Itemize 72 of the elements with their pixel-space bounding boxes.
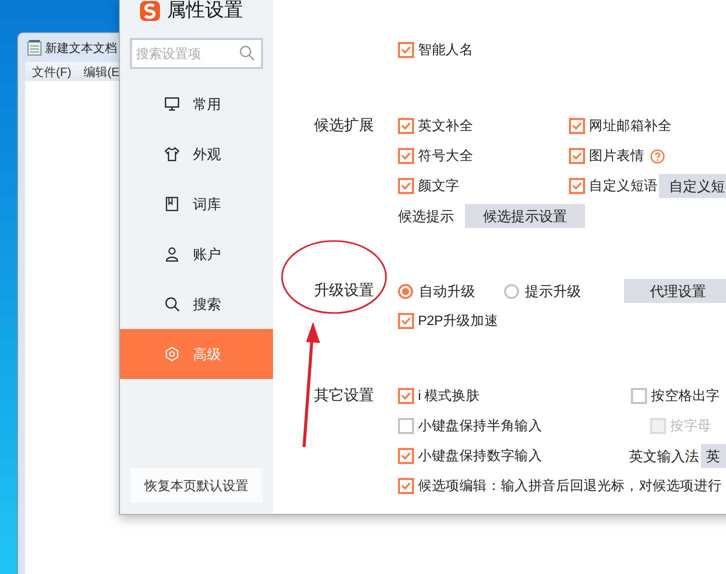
sidebar-item[interactable]: 外观	[120, 129, 273, 179]
checkbox[interactable]	[569, 148, 585, 164]
option-label: 英文输入法	[629, 446, 699, 466]
settings-button[interactable]: 英	[701, 444, 726, 468]
user-icon	[164, 246, 180, 262]
checkbox[interactable]	[398, 42, 414, 58]
sidebar-item[interactable]: 词库	[120, 179, 273, 229]
checkbox-label: i 模式换肤	[418, 386, 480, 405]
checkbox[interactable]	[569, 118, 585, 134]
sidebar-item[interactable]: 常用	[120, 79, 273, 129]
checkbox[interactable]	[398, 418, 414, 434]
menu-item[interactable]: 文件(F)	[32, 62, 72, 80]
checkbox-label: 按字母	[670, 416, 712, 435]
checkbox[interactable]	[398, 118, 414, 134]
check-icon	[401, 122, 411, 130]
check-icon	[401, 46, 411, 54]
section-label: 升级设置	[314, 280, 374, 301]
check-icon	[401, 182, 411, 190]
dialog-title: 属性设置	[167, 0, 243, 23]
checkbox-label: 小键盘保持半角输入	[418, 416, 542, 435]
checkbox-label: 颜文字	[418, 176, 460, 195]
checkbox[interactable]	[631, 388, 647, 404]
logo-icon	[140, 1, 160, 21]
book-icon	[164, 196, 180, 212]
check-icon	[401, 317, 411, 325]
checkbox-label: 自定义短语	[589, 176, 658, 195]
sidebar-item[interactable]: 账户	[120, 229, 273, 279]
checkbox-label: 智能人名	[418, 40, 474, 59]
radio-label: 自动升级	[419, 282, 475, 300]
checkbox[interactable]	[398, 148, 414, 164]
check-icon	[401, 452, 411, 460]
check-icon	[572, 152, 582, 160]
section-label: 候选扩展	[314, 116, 374, 136]
section-label: 其它设置	[314, 386, 374, 406]
checkbox[interactable]	[398, 388, 414, 404]
checkbox-label: P2P升级加速	[418, 312, 498, 330]
check-icon	[401, 392, 411, 400]
checkbox-label: 小键盘保持数字输入	[418, 446, 542, 465]
radio-button[interactable]	[398, 284, 413, 298]
check-icon	[401, 152, 411, 160]
window-title: 新建文本文档	[45, 40, 117, 56]
checkbox[interactable]	[398, 448, 414, 464]
checkbox-label: 按空格出字	[651, 386, 720, 405]
help-icon[interactable]	[650, 148, 666, 164]
check-icon	[401, 482, 411, 490]
checkbox-label: 候选项编辑：输入拼音后回退光标，对候选项进行	[418, 476, 722, 495]
checkbox-label: 网址邮箱补全	[589, 116, 672, 135]
shirt-icon	[164, 146, 180, 162]
menu-item[interactable]: 编辑(E	[83, 62, 120, 80]
notepad-icon	[27, 40, 42, 56]
settings-icon	[164, 346, 180, 362]
radio-label: 提示升级	[525, 282, 581, 300]
settings-button[interactable]: 候选提示设置	[465, 204, 585, 228]
checkbox[interactable]	[398, 178, 414, 194]
option-label: 候选提示	[398, 206, 454, 226]
settings-button[interactable]: 自定义短	[659, 174, 726, 198]
search-field[interactable]: 搜索设置项	[130, 38, 263, 69]
settings-button[interactable]: 代理设置	[624, 279, 726, 303]
radio-button[interactable]	[504, 284, 519, 298]
restore-defaults-button[interactable]: 恢复本页默认设置	[130, 468, 263, 503]
checkbox[interactable]	[398, 313, 414, 329]
checkbox[interactable]	[569, 178, 585, 194]
search-icon	[239, 45, 255, 61]
checkbox-label: 符号大全	[418, 146, 474, 165]
monitor-icon	[164, 96, 180, 112]
search-icon	[164, 296, 180, 312]
sidebar-item[interactable]: 搜索	[120, 279, 273, 329]
check-icon	[572, 122, 582, 130]
checkbox[interactable]	[398, 478, 414, 494]
check-icon	[572, 182, 582, 190]
checkbox-label: 英文补全	[418, 116, 474, 135]
checkbox-label: 图片表情	[589, 146, 644, 165]
